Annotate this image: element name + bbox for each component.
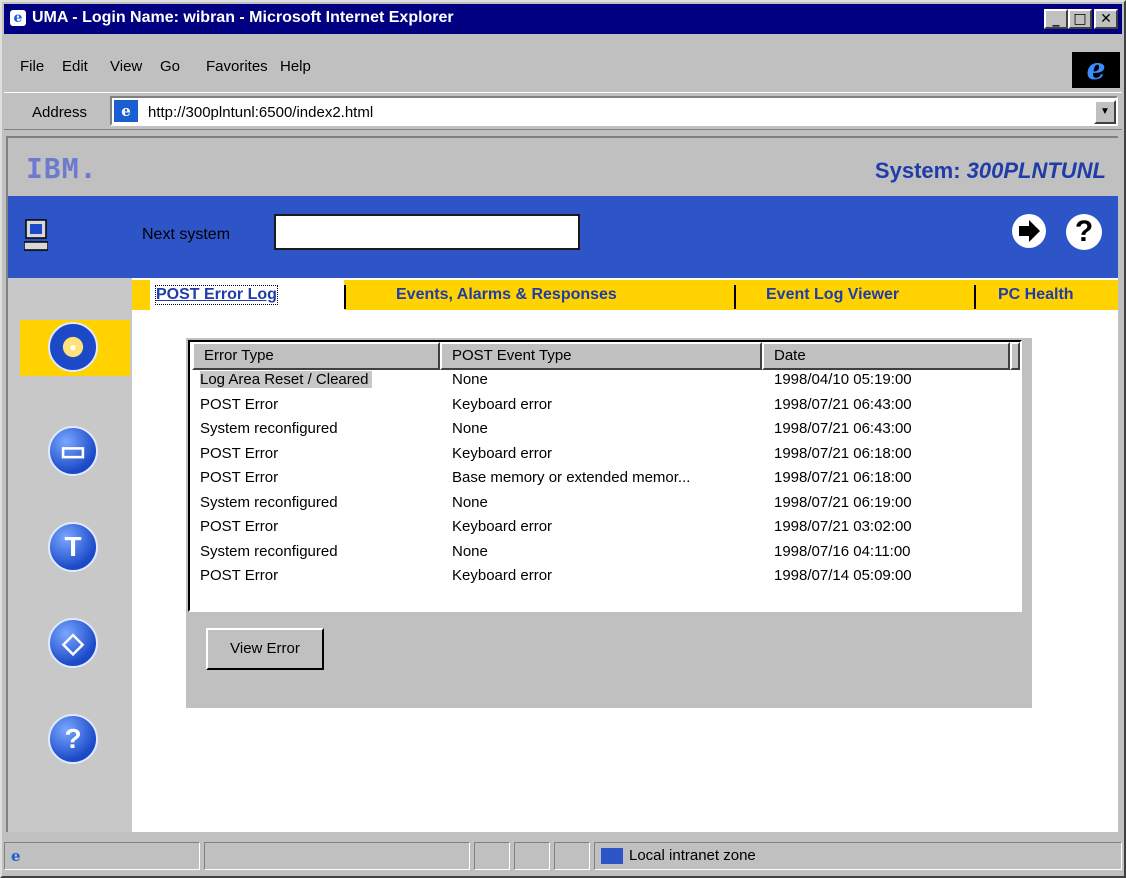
- cell-post-event-type: None: [452, 542, 488, 560]
- tab-event-log-viewer[interactable]: Event Log Viewer: [766, 286, 899, 304]
- search-icon[interactable]: ?: [48, 714, 98, 764]
- cell-date: 1998/07/14 05:09:00: [774, 567, 912, 584]
- status-panel: [474, 842, 510, 870]
- menu-help[interactable]: Help: [280, 58, 311, 75]
- status-zone-text: Local intranet zone: [629, 847, 756, 864]
- tab-events-alarms[interactable]: Events, Alarms & Responses: [396, 286, 617, 304]
- title-bar[interactable]: e UMA - Login Name: wibran - Microsoft I…: [4, 4, 1122, 34]
- table-row[interactable]: System reconfigured None 1998/07/16 04:11:…: [192, 542, 1016, 567]
- system-name: 300PLNTUNL: [966, 158, 1106, 183]
- table-row[interactable]: POST Error Keyboard error 1998/07/14 05:09…: [192, 566, 1016, 591]
- cell-date: 1998/07/21 03:02:00: [774, 518, 912, 535]
- tab-post-error-log[interactable]: POST Error Log: [155, 285, 278, 305]
- tab-separator: [734, 285, 736, 309]
- cell-date: 1998/07/21 06:43:00: [774, 420, 912, 437]
- address-dropdown-button[interactable]: ▼: [1094, 100, 1116, 124]
- system-label: System:: [874, 158, 961, 183]
- status-panel: [554, 842, 590, 870]
- menu-edit[interactable]: Edit: [62, 58, 88, 75]
- maximize-button[interactable]: □: [1068, 9, 1092, 29]
- ie-app-icon: e: [10, 10, 26, 26]
- tools-icon[interactable]: T: [48, 522, 98, 572]
- cell-error-type: POST Error: [200, 444, 279, 462]
- page-icon: e: [114, 100, 138, 122]
- status-page-icon: e: [4, 842, 200, 870]
- status-panel: [514, 842, 550, 870]
- cell-date: 1998/04/10 05:19:00: [774, 371, 912, 388]
- intranet-zone-icon: [601, 848, 623, 865]
- menu-go[interactable]: Go: [160, 58, 180, 75]
- menu-favorites[interactable]: Favorites: [206, 58, 268, 75]
- cell-error-type: POST Error: [200, 567, 279, 584]
- cell-post-event-type: Keyboard error: [452, 518, 553, 535]
- table-row[interactable]: POST Error Keyboard error 1998/07/21 06:43…: [192, 395, 1016, 420]
- cell-post-event-type: None: [452, 493, 488, 511]
- table-row[interactable]: System reconfigured None 1998/07/21 06:19:…: [192, 493, 1016, 518]
- tab-separator: [974, 285, 976, 309]
- status-zone-panel: Local intranet zone: [594, 842, 1122, 870]
- cell-post-event-type: None: [452, 371, 488, 388]
- cell-post-event-type: None: [452, 420, 488, 437]
- network-icon[interactable]: ◇: [48, 618, 98, 668]
- address-label: Address: [32, 104, 88, 121]
- table-row[interactable]: POST Error Keyboard error 1998/07/21 03:02…: [192, 517, 1016, 542]
- cell-error-type: POST Error: [200, 395, 279, 413]
- help-icon[interactable]: ?: [1066, 214, 1102, 250]
- close-button[interactable]: ✕: [1094, 9, 1118, 29]
- view-error-button[interactable]: View Error: [206, 628, 324, 670]
- go-arrow-icon[interactable]: [1012, 214, 1046, 248]
- cell-error-type: POST Error: [200, 518, 279, 535]
- menu-file[interactable]: File: [20, 58, 44, 75]
- table-row[interactable]: System reconfigured None 1998/07/21 06:43:…: [192, 419, 1016, 444]
- address-url[interactable]: http://300plntunl:6500/index2.html: [148, 104, 373, 121]
- tab-pc-health[interactable]: PC Health: [998, 286, 1074, 304]
- cell-date: 1998/07/16 04:11:00: [774, 542, 911, 560]
- ie-throbber-icon: e: [1072, 52, 1120, 88]
- cell-error-type: System reconfigured: [200, 420, 338, 437]
- ibm-logo: IBM.: [26, 152, 98, 185]
- cell-date: 1998/07/21 06:18:00: [774, 469, 912, 486]
- column-header-post-event-type[interactable]: POST Event Type: [440, 342, 762, 370]
- system-title: System: 300PLNTUNL: [800, 158, 1106, 184]
- menu-view[interactable]: View: [110, 58, 142, 75]
- computer-icon: [24, 219, 48, 251]
- cell-error-type: System reconfigured: [200, 493, 338, 511]
- window-title: UMA - Login Name: wibran - Microsoft Int…: [32, 9, 454, 26]
- tab-separator: [344, 285, 346, 309]
- computer-nav-icon[interactable]: ▭: [48, 426, 98, 476]
- cell-post-event-type: Base memory or extended memor...: [452, 469, 691, 486]
- cell-date: 1998/07/21 06:19:00: [774, 493, 912, 511]
- cell-post-event-type: Keyboard error: [452, 567, 553, 584]
- next-system-input[interactable]: [274, 214, 580, 250]
- column-header-date[interactable]: Date: [762, 342, 1010, 370]
- cell-error-type: Log Area Reset / Cleared: [200, 371, 373, 388]
- cell-error-type: System reconfigured: [200, 542, 338, 560]
- next-system-label: Next system: [142, 226, 231, 243]
- table-row[interactable]: POST Error Base memory or extended memor.…: [192, 468, 1016, 493]
- column-header-error-type[interactable]: Error Type: [192, 342, 440, 370]
- cell-post-event-type: Keyboard error: [452, 444, 553, 462]
- cell-date: 1998/07/21 06:43:00: [774, 395, 912, 413]
- minimize-button[interactable]: _: [1044, 9, 1068, 29]
- cell-error-type: POST Error: [200, 469, 279, 486]
- cell-date: 1998/07/21 06:18:00: [774, 444, 912, 462]
- status-panel: [204, 842, 470, 870]
- clock-icon[interactable]: ●: [48, 322, 98, 372]
- column-header-filler: [1010, 342, 1020, 370]
- cell-post-event-type: Keyboard error: [452, 395, 553, 413]
- table-row[interactable]: POST Error Keyboard error 1998/07/21 06:18…: [192, 444, 1016, 469]
- table-row[interactable]: Log Area Reset / Cleared None 1998/04/10 0…: [192, 370, 1016, 395]
